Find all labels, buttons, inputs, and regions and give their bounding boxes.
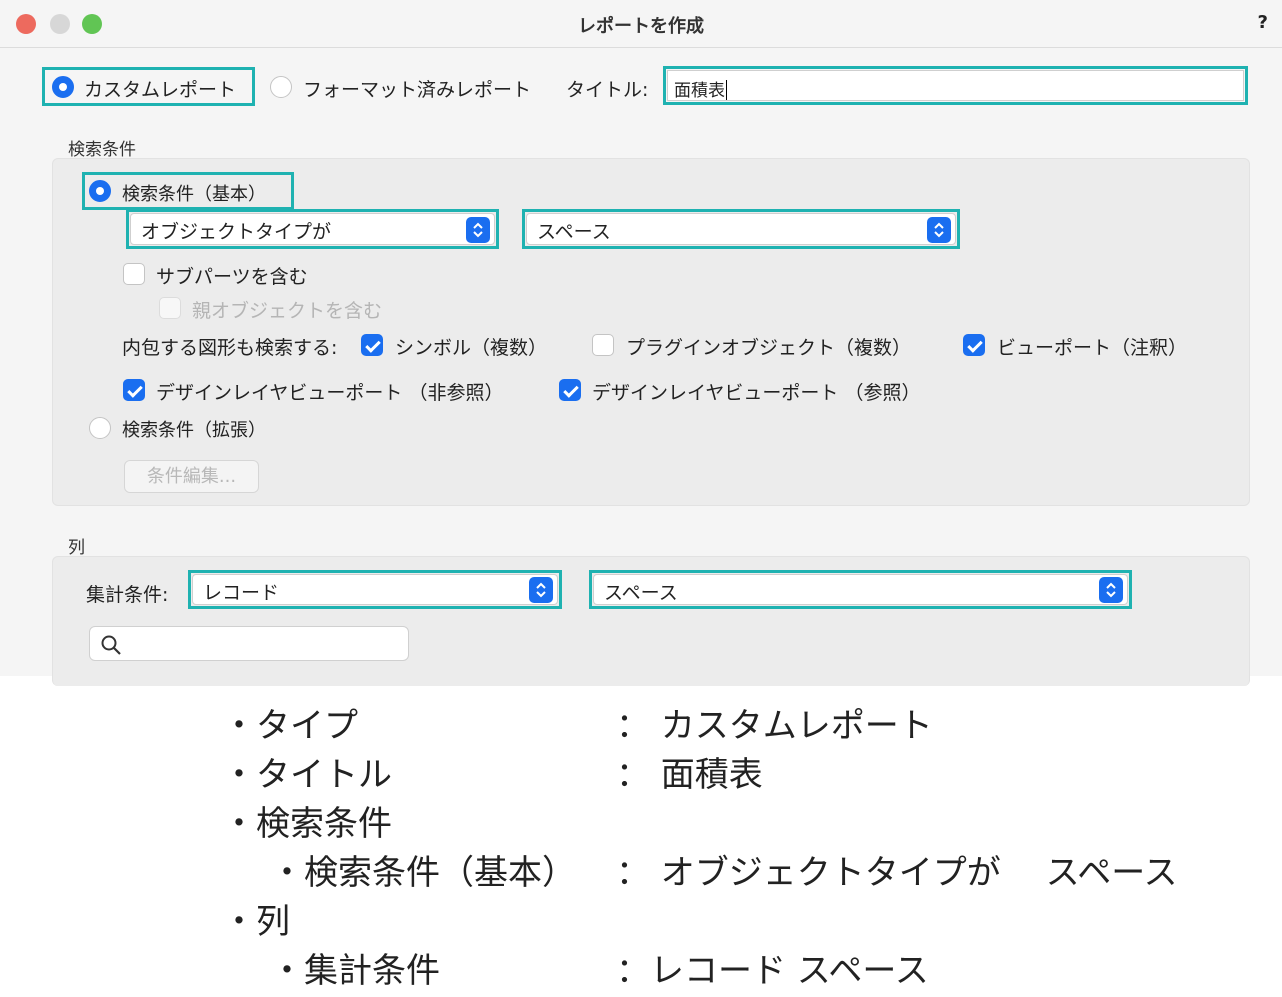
advanced-search-radio[interactable] [89,417,111,439]
text-caret [726,80,727,100]
aggregate-label: 集計条件: [86,584,169,606]
custom-report-label[interactable]: カスタムレポート [84,75,236,102]
columns-section-label: 列 [68,538,85,558]
viewports-checkbox[interactable] [963,334,985,356]
aggregate-value: レコード [203,582,280,604]
title-bar: レポートを作成 ? [0,0,1282,48]
report-dialog: レポートを作成 ? カスタムレポート フォーマット済みレポート タイトル: 面積… [0,0,1282,686]
viewports-label[interactable]: ビューポート（注釈） [997,333,1187,360]
help-button[interactable]: ? [1258,12,1268,33]
summary-aggregate-label: ・集計条件 [270,951,440,991]
include-subparts-label[interactable]: サブパーツを含む [156,262,308,289]
summary-title-label: ・タイトル [222,755,392,795]
search-icon [101,635,121,655]
updown-chevron-icon [466,217,490,243]
include-shapes-label: 内包する図形も検索する: [122,337,338,359]
symbols-checkbox[interactable] [361,334,383,356]
object-type-select[interactable]: オブジェクトタイプが [130,213,495,245]
include-subparts-checkbox[interactable] [123,263,145,285]
aggregate-select[interactable]: レコード [192,574,558,605]
dl-viewport-nonref-checkbox[interactable] [123,379,145,401]
window-title: レポートを作成 [578,16,704,37]
dl-viewport-ref-label[interactable]: デザインレイヤビューポート （参照） [592,378,920,405]
search-section-label: 検索条件 [68,140,136,160]
summary-title-value: ： 面積表 [616,755,763,795]
title-input[interactable]: 面積表 [667,70,1244,101]
include-parent-label: 親オブジェクトを含む [192,300,383,322]
edit-conditions-button[interactable]: 条件編集... [124,460,259,493]
column-search-input[interactable] [89,626,409,661]
formatted-report-label[interactable]: フォーマット済みレポート [303,75,531,102]
symbols-label[interactable]: シンボル（複数） [395,333,547,360]
summary-type-label: ・タイプ [222,706,358,746]
basic-search-label[interactable]: 検索条件（基本） [122,180,266,206]
dl-viewport-ref-checkbox[interactable] [559,379,581,401]
updown-chevron-icon [529,577,553,603]
title-input-value: 面積表 [674,81,725,101]
aggregate-value2-select[interactable]: スペース [593,574,1128,605]
object-value-value: スペース [537,221,611,243]
updown-chevron-icon [1099,577,1123,603]
updown-chevron-icon [927,217,951,243]
summary-search-basic-label: ・検索条件（基本） [270,853,576,893]
summary-search-basic-value: ： オブジェクトタイプが スペース [616,853,1178,893]
formatted-report-radio[interactable] [270,76,292,98]
plugin-objects-label[interactable]: プラグインオブジェクト（複数） [626,333,911,360]
advanced-search-label[interactable]: 検索条件（拡張） [122,416,266,442]
custom-report-radio[interactable] [52,76,74,98]
basic-search-radio[interactable] [89,180,111,202]
object-value-select[interactable]: スペース [526,213,956,245]
dl-viewport-nonref-label[interactable]: デザインレイヤビューポート （非参照） [156,378,503,405]
summary-columns-label: ・列 [222,902,290,942]
title-label: タイトル: [566,79,649,101]
plugin-objects-checkbox[interactable] [592,334,614,356]
aggregate-value2-value: スペース [604,582,678,604]
object-type-value: オブジェクトタイプが [141,221,332,243]
summary-search-label: ・検索条件 [222,804,392,844]
include-parent-checkbox[interactable] [159,297,181,319]
summary-type-value: ： カスタムレポート [616,706,933,746]
summary-aggregate-value: ：レコード スペース [616,951,929,991]
